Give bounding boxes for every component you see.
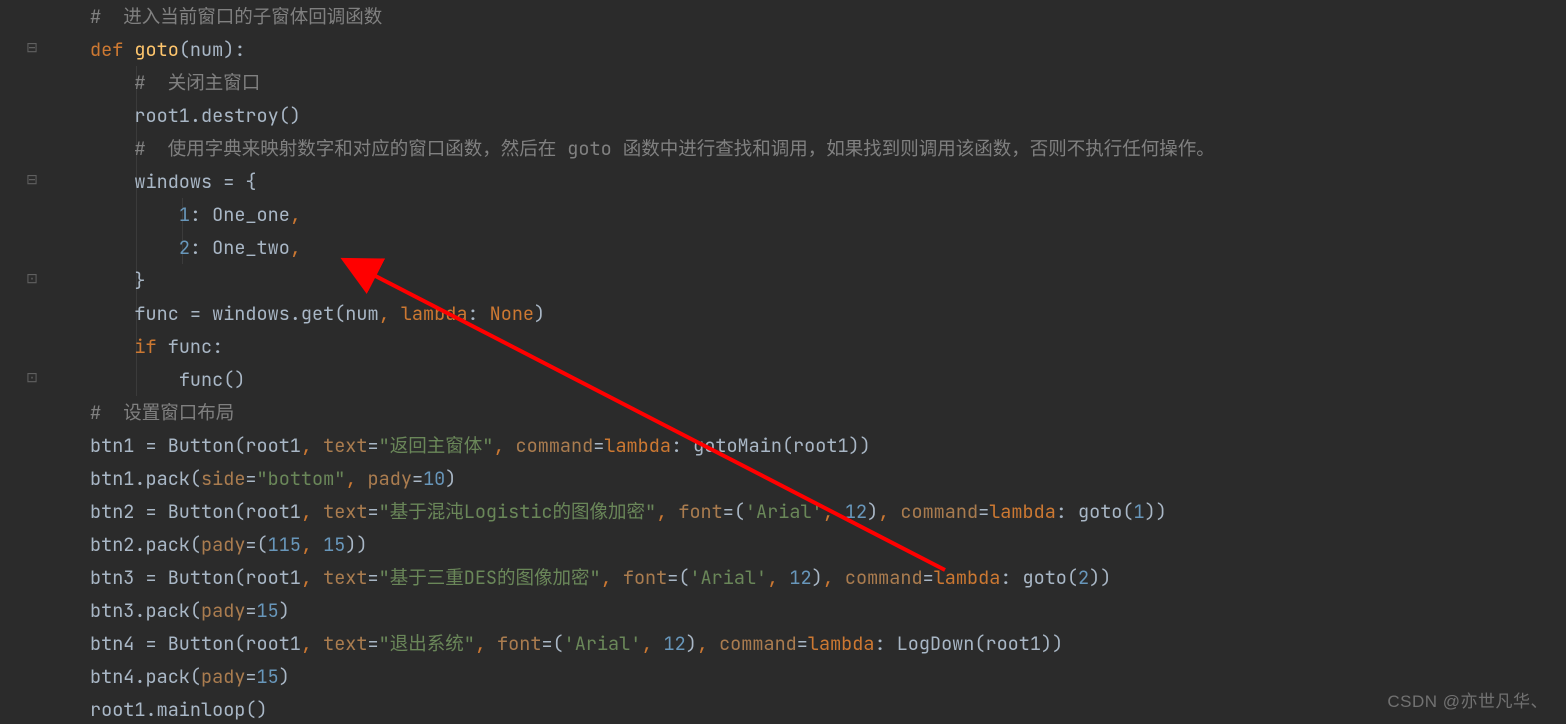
code-line[interactable]: func() xyxy=(40,363,1566,396)
code-line[interactable]: btn1.pack(side="bottom", pady=10) xyxy=(40,462,1566,495)
code-line[interactable]: btn2.pack(pady=(115, 15)) xyxy=(40,528,1566,561)
code-line[interactable]: # 设置窗口布局 xyxy=(40,396,1566,429)
code-line[interactable]: if func: xyxy=(40,330,1566,363)
code-line[interactable]: def goto(num): xyxy=(40,33,1566,66)
code-line[interactable]: windows = { xyxy=(40,165,1566,198)
fold-marker-icon[interactable]: ⊟ xyxy=(26,175,38,187)
code-line[interactable]: # 关闭主窗口 xyxy=(40,66,1566,99)
code-line[interactable]: root1.destroy() xyxy=(40,99,1566,132)
watermark: CSDN @亦世凡华、 xyxy=(1387,687,1548,712)
fold-marker-icon[interactable]: ⊡ xyxy=(26,274,38,286)
code-line[interactable]: func = windows.get(num, lambda: None) xyxy=(40,297,1566,330)
fold-marker-icon[interactable]: ⊡ xyxy=(26,373,38,385)
code-line[interactable]: # 使用字典来映射数字和对应的窗口函数，然后在 goto 函数中进行查找和调用，… xyxy=(40,132,1566,165)
code-line[interactable]: btn2 = Button(root1, text="基于混沌Logistic的… xyxy=(40,495,1566,528)
code-line[interactable]: btn1 = Button(root1, text="返回主窗体", comma… xyxy=(40,429,1566,462)
code-line[interactable]: } xyxy=(40,264,1566,297)
code-line[interactable]: btn3 = Button(root1, text="基于三重DES的图像加密"… xyxy=(40,561,1566,594)
code-line[interactable]: 1: One_one, xyxy=(40,198,1566,231)
code-line[interactable]: btn3.pack(pady=15) xyxy=(40,594,1566,627)
code-line[interactable]: 2: One_two, xyxy=(40,231,1566,264)
editor-gutter: ⊟ ⊟ ⊡ ⊡ xyxy=(0,0,40,724)
code-line[interactable]: # 进入当前窗口的子窗体回调函数 xyxy=(40,0,1566,33)
code-line[interactable]: btn4 = Button(root1, text="退出系统", font=(… xyxy=(40,627,1566,660)
code-line[interactable]: btn4.pack(pady=15) xyxy=(40,660,1566,693)
code-editor[interactable]: # 进入当前窗口的子窗体回调函数def goto(num): # 关闭主窗口 r… xyxy=(40,0,1566,724)
fold-marker-icon[interactable]: ⊟ xyxy=(26,43,38,55)
code-line[interactable]: root1.mainloop() xyxy=(40,693,1566,724)
